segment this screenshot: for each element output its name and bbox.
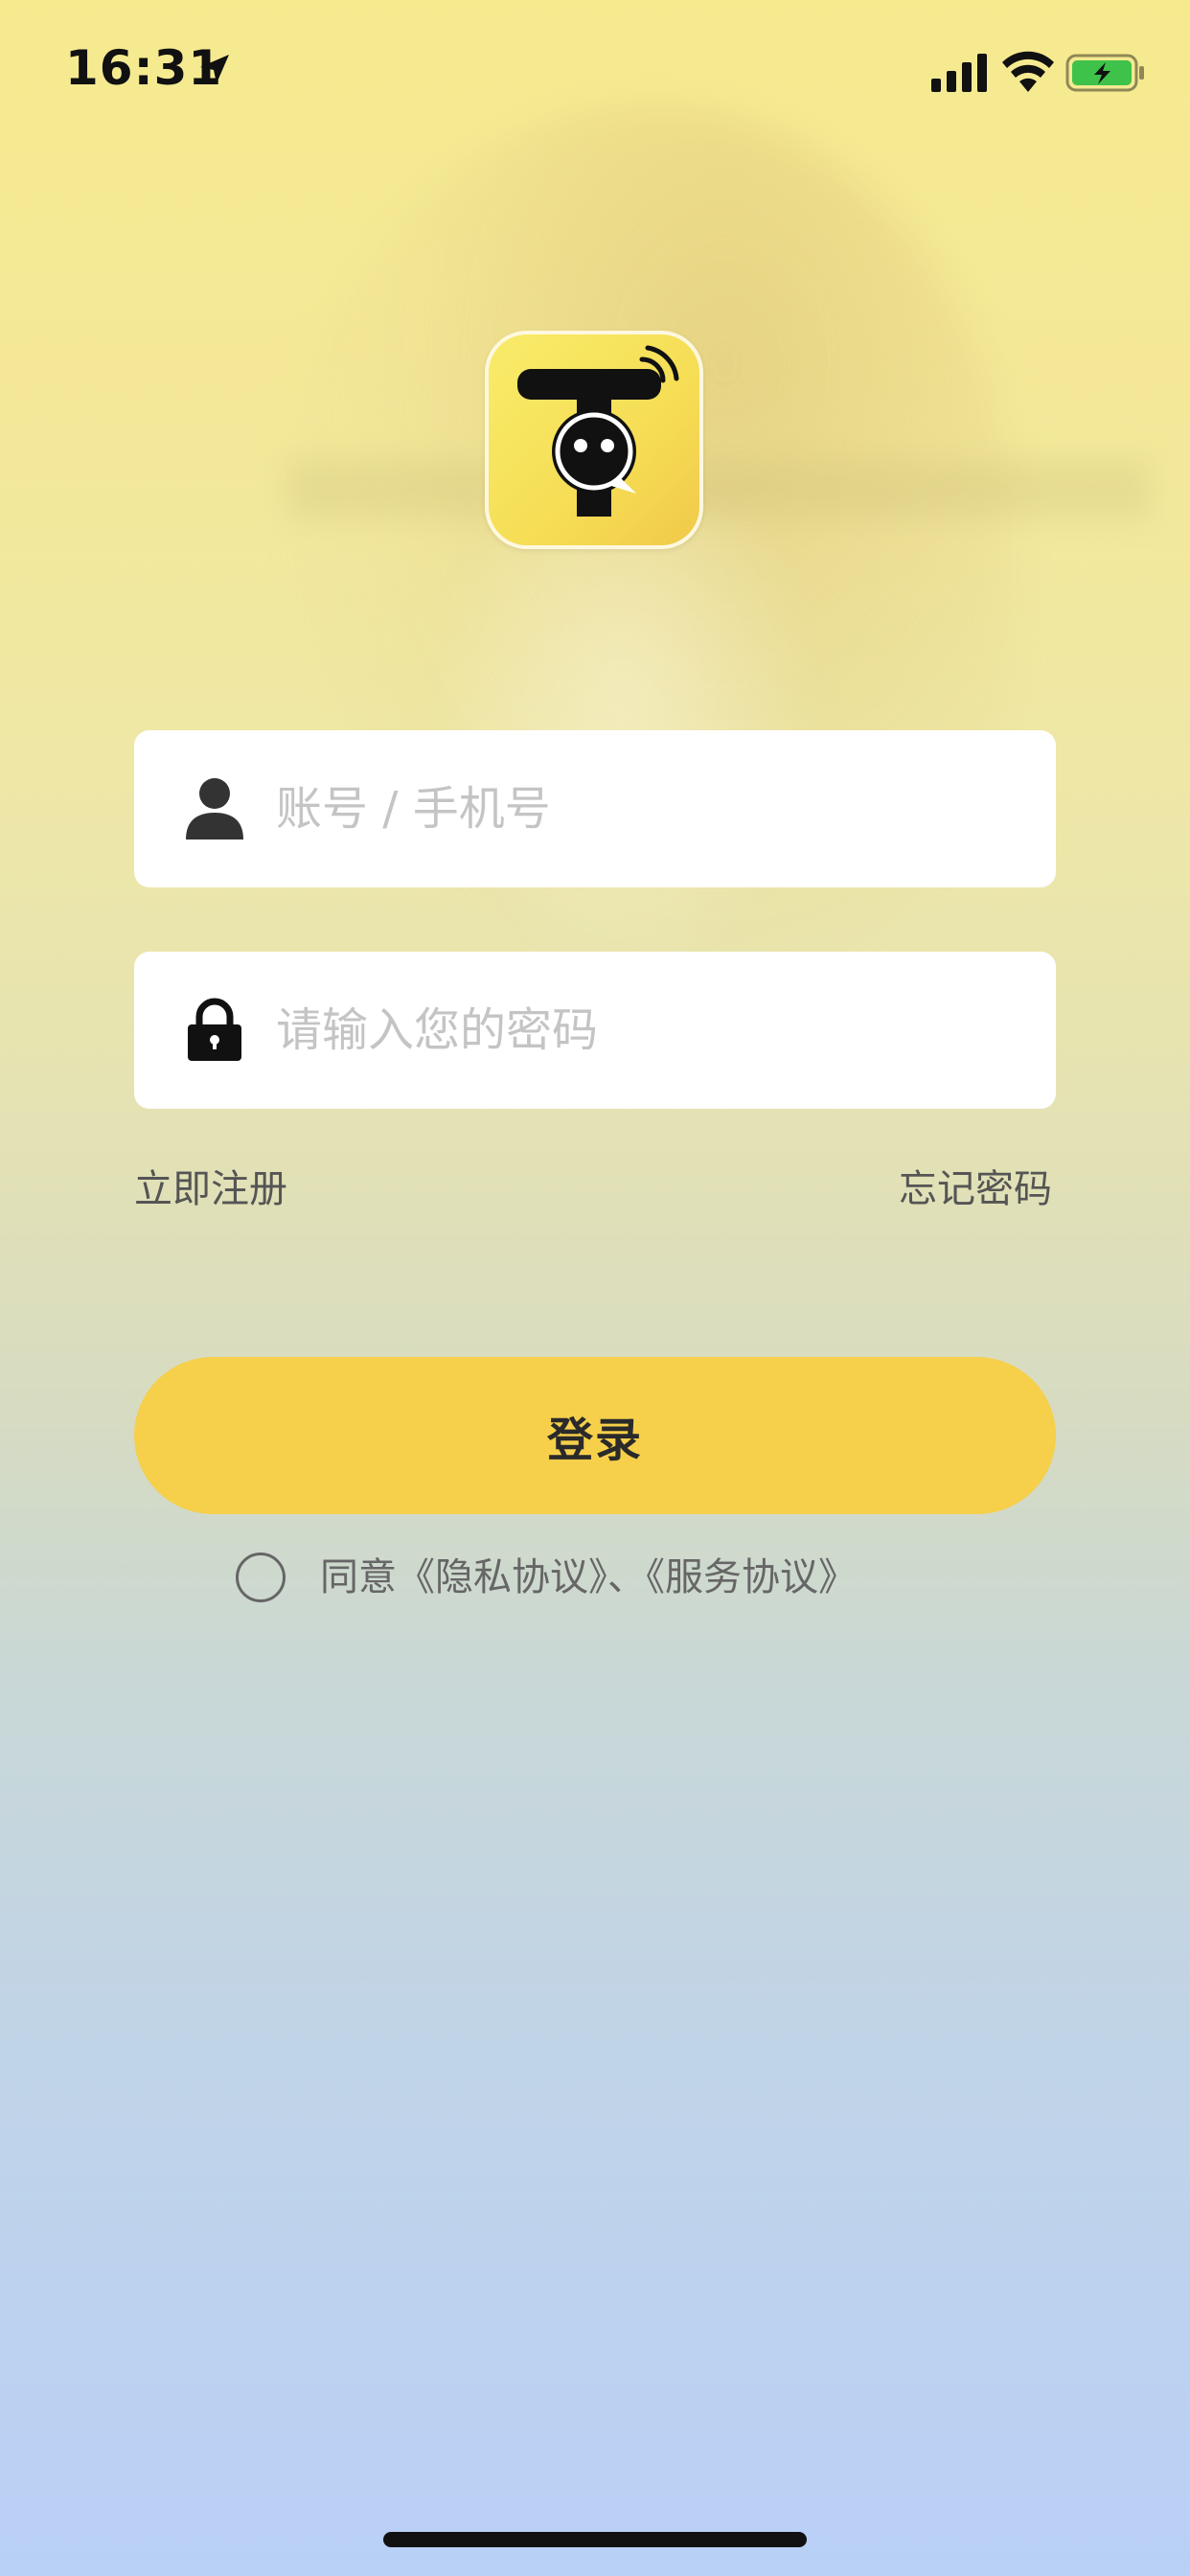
agreement-text[interactable]: 同意《隐私协议》、《服务协议》 (320, 1552, 857, 1602)
app-logo (485, 331, 703, 549)
forgot-password-link[interactable]: 忘记密码 (899, 1158, 1052, 1213)
status-bar: 16:31 (0, 0, 1190, 144)
battery-charging-icon (1065, 54, 1144, 92)
login-button[interactable]: 登录 (134, 1357, 1056, 1514)
register-link[interactable]: 立即注册 (134, 1158, 287, 1213)
user-icon (186, 778, 243, 840)
logo-t-glyph-icon (517, 345, 679, 517)
account-input-row (134, 730, 1056, 887)
home-indicator[interactable] (383, 2532, 807, 2547)
location-arrow-icon (200, 55, 229, 83)
signal-icon (931, 54, 987, 92)
agreement-radio[interactable] (236, 1552, 286, 1602)
password-input[interactable] (276, 986, 1014, 1074)
lock-icon (188, 998, 241, 1061)
wifi-icon (1002, 51, 1054, 92)
password-input-row (134, 952, 1056, 1109)
account-input[interactable] (276, 765, 1014, 853)
background-horizon (287, 460, 1150, 518)
